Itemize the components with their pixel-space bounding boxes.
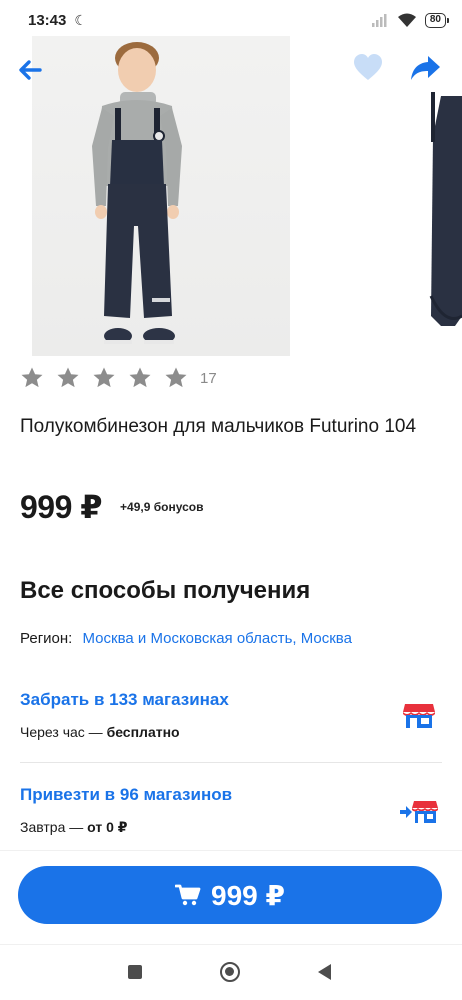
- cart-icon: [175, 884, 201, 906]
- product-gallery[interactable]: [0, 36, 462, 356]
- system-back-button[interactable]: [318, 964, 331, 980]
- product-price: 999 ₽: [20, 489, 103, 525]
- add-to-cart-price: 999 ₽: [211, 879, 285, 911]
- moon-icon: ☾: [74, 11, 87, 28]
- signal-icon: [371, 14, 387, 27]
- store-icon: [403, 704, 435, 728]
- divider: [0, 850, 462, 851]
- share-icon[interactable]: [408, 52, 442, 84]
- region-link[interactable]: Москва и Московская область, Москва: [83, 630, 352, 647]
- pickup-option-title[interactable]: Забрать в 133 магазинах: [20, 690, 229, 710]
- recent-apps-button[interactable]: [128, 965, 142, 979]
- status-time: 13:43: [28, 11, 67, 29]
- star-icon: [93, 367, 115, 388]
- rating-count[interactable]: 17: [200, 370, 217, 387]
- battery-icon: 80: [424, 12, 450, 28]
- region-row: Регион: Москва и Московская область, Мос…: [20, 630, 352, 647]
- product-photo-next[interactable]: [415, 36, 462, 356]
- product-title: Полукомбинезон для мальчиков Futurino 10…: [20, 416, 417, 437]
- system-nav-bar: [0, 944, 462, 1000]
- wifi-icon: [397, 13, 416, 27]
- pickup-option-subtitle-value: бесплатно: [106, 724, 180, 740]
- heart-icon[interactable]: [352, 52, 384, 84]
- pickup-option[interactable]: Забрать в 133 магазинах Через час — бесп…: [0, 690, 462, 782]
- arrow-left-icon[interactable]: [14, 54, 46, 86]
- home-button[interactable]: [220, 962, 240, 982]
- product-photo[interactable]: [32, 36, 290, 356]
- region-label: Регион:: [20, 630, 73, 647]
- bonus-badge: +49,9 бонусов: [120, 500, 204, 514]
- status-icons: 80: [371, 12, 450, 28]
- pickup-option-subtitle-prefix: Через час —: [20, 724, 107, 740]
- store-delivery-icon: [400, 801, 438, 823]
- rating[interactable]: 17: [20, 366, 217, 390]
- star-icon: [165, 367, 187, 388]
- star-icon: [129, 367, 151, 388]
- delivery-section-title: Все способы получения: [20, 577, 311, 604]
- price-row: 999 ₽ +49,9 бонусов: [20, 488, 204, 526]
- delivery-option-subtitle-prefix: Завтра —: [20, 819, 88, 835]
- delivery-option-subtitle-value: от 0 ₽: [87, 819, 128, 835]
- delivery-option-title[interactable]: Привезти в 96 магазинов: [20, 785, 232, 805]
- status-bar: 13:43 ☾ 80: [0, 0, 462, 40]
- star-icon: [21, 367, 43, 388]
- add-to-cart-button[interactable]: 999 ₽: [18, 866, 442, 924]
- delivery-option-subtitle: Завтра — от 0 ₽: [20, 819, 128, 836]
- product-photo-next-illustration: [429, 92, 462, 326]
- star-icon: [57, 367, 79, 388]
- divider: [20, 762, 442, 763]
- product-photo-illustration: [92, 42, 182, 344]
- pickup-option-subtitle: Через час — бесплатно: [20, 724, 180, 740]
- delivery-to-store-option[interactable]: Привезти в 96 магазинов Завтра — от 0 ₽: [0, 785, 462, 877]
